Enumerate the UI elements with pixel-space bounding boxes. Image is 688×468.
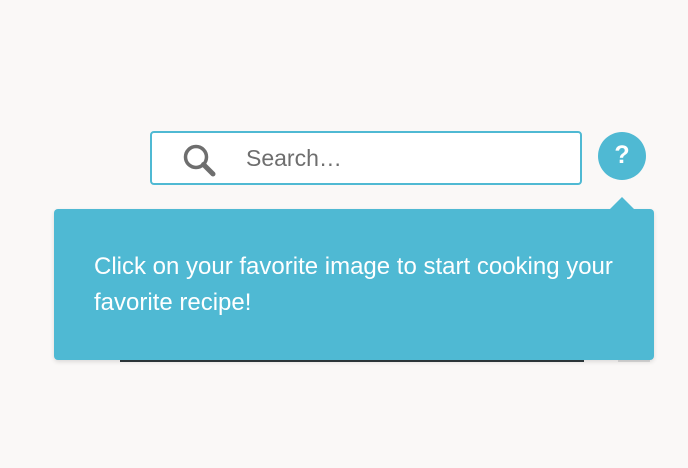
search-icon <box>183 144 216 177</box>
search-box[interactable] <box>150 131 582 185</box>
help-button[interactable]: ? <box>598 132 646 180</box>
help-tooltip: Click on your favorite image to start co… <box>54 197 654 360</box>
tooltip-arrow <box>609 197 635 210</box>
tooltip-text: Click on your favorite image to start co… <box>94 253 613 316</box>
search-input[interactable] <box>246 133 566 183</box>
